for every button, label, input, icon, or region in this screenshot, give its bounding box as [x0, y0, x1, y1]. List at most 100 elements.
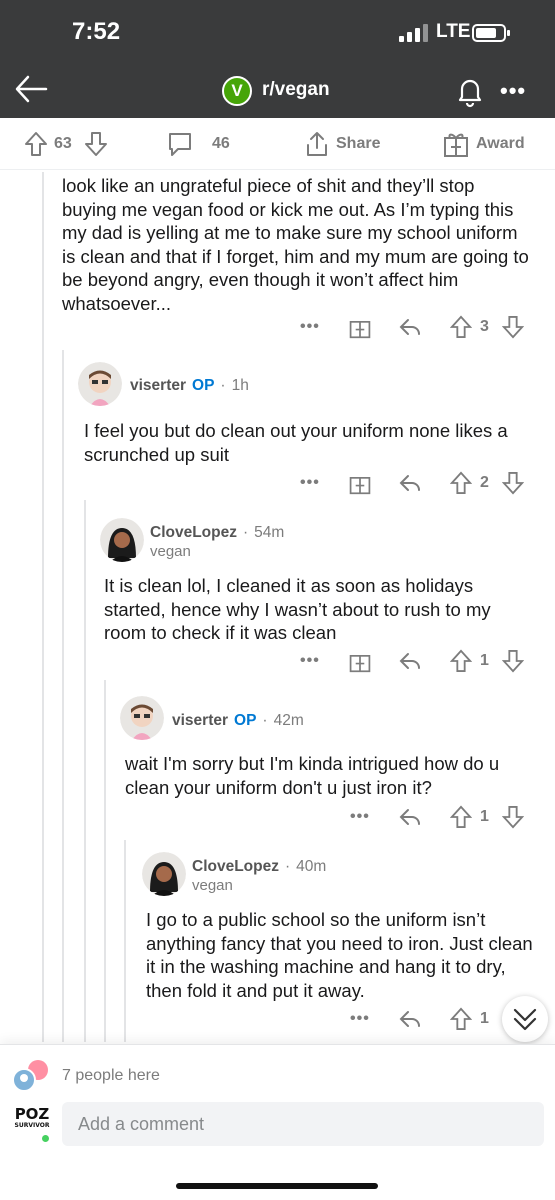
comment-meta: viserter OP · 1h [130, 377, 249, 395]
comment-author[interactable]: CloveLopez [150, 524, 237, 542]
comment-body: I go to a public school so the uniform i… [146, 909, 533, 1001]
post-score: 63 [54, 135, 72, 152]
reply-icon[interactable] [398, 470, 422, 496]
comment-time: 54m [254, 524, 285, 541]
user-avatar[interactable] [142, 852, 186, 896]
comment-actions: ••• 1 [300, 648, 530, 674]
award-gift-icon[interactable] [348, 314, 372, 340]
status-time: 7:52 [72, 18, 121, 45]
user-flair: vegan [150, 543, 191, 560]
downvote-icon[interactable] [84, 131, 108, 157]
subreddit-icon[interactable]: V [222, 76, 252, 106]
user-avatar[interactable] [120, 696, 164, 740]
downvote-icon[interactable] [502, 648, 524, 674]
comment-bubble-icon [169, 133, 191, 156]
more-options-icon[interactable]: ••• [300, 648, 320, 674]
award-gift-icon[interactable] [348, 470, 372, 496]
meta-separator: · [284, 858, 291, 875]
snoo-avatar-icon [142, 852, 186, 896]
thread-line [124, 840, 126, 1042]
comment-author[interactable]: viserter [130, 377, 186, 395]
user-badge-text: POZ [14, 1105, 50, 1123]
upvote-icon[interactable] [450, 804, 472, 830]
comment-composer: 7 people here POZ SURVIVOR [0, 1044, 555, 1200]
award-gift-icon[interactable] [348, 648, 372, 674]
more-options-icon[interactable]: ••• [300, 314, 320, 340]
comments-button[interactable]: 46 [166, 130, 230, 158]
more-options-icon[interactable]: ••• [300, 470, 320, 496]
thread-line [84, 500, 86, 1042]
comment-time: 40m [296, 858, 327, 875]
app-header: 7:52 LTE V r/vegan ••• [0, 0, 555, 118]
meta-separator: · [242, 524, 249, 541]
more-options-icon[interactable]: ••• [350, 804, 370, 830]
comment-actions: ••• 2 [300, 470, 530, 496]
comment-body: I feel you but do clean out your uniform… [84, 420, 508, 465]
reply-icon[interactable] [398, 804, 422, 830]
signal-icon [399, 24, 429, 42]
snoo-avatar-icon [120, 696, 164, 740]
comment-count: 46 [212, 135, 230, 152]
bell-icon [458, 79, 482, 108]
upvote-icon[interactable] [450, 1006, 472, 1032]
comment-score: 3 [480, 318, 489, 335]
op-badge: OP [234, 712, 257, 729]
comment-actions: ••• 3 [300, 314, 530, 340]
back-arrow-icon [15, 75, 48, 103]
current-user-avatar[interactable]: POZ SURVIVOR [14, 1105, 51, 1145]
back-button[interactable] [12, 72, 52, 106]
online-status-dot [40, 1133, 51, 1144]
home-indicator[interactable] [176, 1183, 378, 1189]
scroll-down-button[interactable] [502, 996, 548, 1042]
share-label: Share [336, 135, 381, 152]
comment-meta: CloveLopez · 40m [192, 858, 326, 876]
comment-body: look like an ungrateful piece of shit an… [62, 175, 529, 314]
comment-time: 1h [231, 377, 249, 394]
reply-icon[interactable] [398, 314, 422, 340]
meta-separator: · [262, 712, 268, 729]
user-avatar[interactable] [78, 362, 122, 406]
downvote-icon[interactable] [502, 804, 524, 830]
thread-line [42, 172, 44, 1042]
subreddit-name[interactable]: r/vegan [262, 79, 330, 101]
post-action-bar: 63 46 Share Award [0, 118, 555, 170]
thread-line [104, 680, 106, 1042]
award-label: Award [476, 135, 525, 152]
notification-bell-button[interactable] [453, 74, 487, 108]
comment-time: 42m [273, 712, 304, 729]
snoo-avatar-icon [78, 362, 122, 406]
share-button[interactable]: Share [304, 130, 380, 158]
comment-actions: ••• 1 [350, 804, 530, 830]
people-avatars-icon [12, 1060, 48, 1092]
comment-author[interactable]: viserter [172, 712, 228, 730]
comment-score: 1 [480, 808, 489, 825]
more-options-icon[interactable]: ••• [500, 78, 526, 104]
comment-body: It is clean lol, I cleaned it as soon as… [104, 575, 491, 643]
meta-separator: · [220, 377, 226, 394]
award-button[interactable]: Award [442, 130, 525, 158]
battery-icon [472, 24, 510, 42]
comment-meta: viserter OP · 42m [172, 712, 304, 730]
comment-body: wait I'm sorry but I'm kinda intrigued h… [125, 753, 500, 798]
more-options-icon[interactable]: ••• [350, 1006, 370, 1032]
upvote-icon[interactable] [450, 314, 472, 340]
reply-icon[interactable] [398, 648, 422, 674]
user-flair: vegan [192, 877, 233, 894]
people-here-count: 7 people here [62, 1067, 160, 1084]
upvote-icon[interactable] [24, 131, 48, 157]
network-label: LTE [436, 21, 471, 42]
comment-meta: CloveLopez · 54m [150, 524, 284, 542]
comment-score: 1 [480, 1010, 489, 1027]
comment-author[interactable]: CloveLopez [192, 858, 279, 876]
double-chevron-down-icon [513, 1008, 537, 1031]
reply-icon[interactable] [398, 1006, 422, 1032]
share-icon [307, 132, 327, 156]
comment-score: 2 [480, 474, 489, 491]
user-avatar[interactable] [100, 518, 144, 562]
downvote-icon[interactable] [502, 470, 524, 496]
op-badge: OP [192, 377, 215, 394]
add-comment-input[interactable] [62, 1102, 544, 1146]
downvote-icon[interactable] [502, 314, 524, 340]
upvote-icon[interactable] [450, 470, 472, 496]
upvote-icon[interactable] [450, 648, 472, 674]
